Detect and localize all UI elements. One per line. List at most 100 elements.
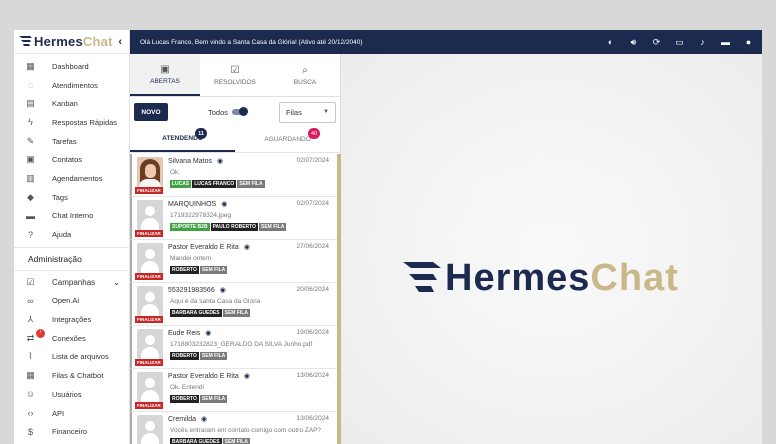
sidebar-item-ajuda[interactable]: ? Ajuda [14,225,129,244]
ticket-tag: SEM FILA [199,395,228,403]
sidebar-item-usuarios[interactable]: ☺ Usuários [14,385,129,404]
last-message: Ok. [170,169,181,176]
new-ticket-button[interactable]: NOVO [134,103,168,121]
finalize-button[interactable]: FINALIZAR [135,187,163,194]
sidebar-item-api[interactable]: ‹› API [14,404,129,423]
finalize-button[interactable]: FINALIZAR [135,402,163,409]
tab-abertas[interactable]: ▣ ABERTAS [130,54,200,96]
sidebar-item-tags[interactable]: ◆ Tags [14,188,129,207]
finalize-button[interactable]: FINALIZAR [135,359,163,366]
ticket-list: FINALIZAR Silvana Matos ◉ 02/07/2024 Ok. LUCA… [130,154,337,444]
ticket-row[interactable]: FINALIZAR MARQUINHOS ◉ 02/07/2024 1719322978… [130,197,337,240]
collapse-sidebar-icon[interactable]: ‹ [118,36,122,48]
logo-part2: Chat [590,257,679,299]
eye-icon[interactable]: ◉ [221,200,227,208]
ticket-tag: LUCAS [170,180,192,188]
last-message: 1719322978324.jpeg [170,212,232,219]
sidebar-item-openai[interactable]: ∞ Open.Ai [14,292,129,311]
search-icon: ⌕ [302,64,308,76]
tab-busca[interactable]: ⌕ BUSCA [270,54,340,96]
ticket-row[interactable]: FINALIZAR 553291983566 ◉ 20/06/2024 Aqui é d… [130,283,337,326]
ticket-row[interactable]: FINALIZARCremilda◉13/06/2024Vocês entrar… [130,412,337,444]
eye-icon[interactable]: ◉ [220,286,226,294]
ticket-tag: BARBARA GUEDES [170,309,222,317]
tag-icon: ◆ [27,191,34,202]
notifications-bell-icon[interactable]: ♪ [696,36,709,49]
tab-atendendo[interactable]: ATENDENDO 11 [130,127,235,152]
theme-toggle-icon[interactable]: ◐ [604,36,617,49]
check-box-icon: ☑ [230,64,240,76]
sidebar-item-conexoes[interactable]: ⇄! Conexões [14,328,129,348]
sidebar-item-agendamentos[interactable]: ▥ Agendamentos [14,169,129,188]
announcements-icon[interactable]: ▭ [673,36,686,49]
queue-icon: ▦ [26,370,35,381]
ticket-tags: ROBERTO SEM FILA [170,395,228,403]
sidebar-item-contatos[interactable]: ▣ Contatos [14,150,129,169]
ticket-row[interactable]: FINALIZAR Pastor Everaldo E Rita ◉ 27/06/20… [130,240,337,283]
ticket-status-tabs: ATENDENDO 11 AGUARDANDO 40 [130,127,340,153]
ticket-tag: SEM FILA [237,180,265,188]
ticket-tags: ROBERTO SEM FILA [170,266,228,274]
tab-resolvidos[interactable]: ☑ RESOLVIDOS [200,54,270,96]
sidebar-item-respostas-rapidas[interactable]: ϟ Respostas Rápidas [14,113,129,132]
last-message: 1718803232823_GERALDO DA SILVA Junho.pdf [170,341,313,348]
sidebar-item-label: Lista de arquivos [52,352,109,362]
contact-name: Pastor Everaldo E Rita ◉ [168,243,250,252]
sidebar-item-kanban[interactable]: ▤ Kanban [14,94,129,113]
code-icon: ‹› [27,408,34,419]
internal-chat-icon[interactable]: ▬ [719,36,732,49]
ticket-tags: ROBERTO SEM FILA [170,352,228,360]
queue-select[interactable]: Filas ▼ [279,101,336,123]
sidebar-item-label: Conexões [52,333,86,343]
contact-avatar [137,157,163,187]
finalize-button[interactable]: FINALIZAR [135,273,163,280]
brand-header: HermesChat ‹ [14,30,129,54]
brand-part2: Chat [82,34,113,49]
attachment-icon: ⌇ [28,351,33,362]
help-icon: ? [27,229,33,240]
eye-icon[interactable]: ◉ [244,372,250,380]
sidebar-item-financeiro[interactable]: $ Financeiro [14,422,129,441]
sidebar-item-label: Agendamentos [52,173,103,183]
contact-name-text: Cremilda [168,415,197,423]
ticket-row[interactable]: FINALIZAR Eude Reis ◉ 19/06/2024 17188032328… [130,326,337,369]
finalize-button[interactable]: FINALIZAR [135,230,163,237]
sidebar-item-chat-interno[interactable]: ▬ Chat Interno [14,207,129,226]
topbar-actions: ◐ 🔊︎ ⟳ ▭ ♪ ▬ ● [604,36,755,49]
sidebar-item-integracoes[interactable]: ⅄ Integrações [14,310,129,329]
ticket-row[interactable]: FINALIZAR Pastor Everaldo E Rita ◉ 13/06/20… [130,369,337,412]
users-icon: ☺ [25,389,36,400]
contact-avatar [137,372,163,402]
eye-icon[interactable]: ◉ [217,157,223,165]
finalize-button[interactable]: FINALIZAR [135,316,163,323]
ticket-tag: SEM FILA [199,352,228,360]
tab-aguardando[interactable]: AGUARDANDO 40 [235,127,340,152]
show-all-toggle[interactable]: Todos [208,107,249,117]
volume-icon[interactable]: 🔊︎ [627,36,640,49]
account-icon[interactable]: ● [742,36,755,49]
ticket-tag: SUPORTE B2B [170,223,210,231]
sidebar-item-lista-arquivos[interactable]: ⌇ Lista de arquivos [14,348,129,367]
sidebar-item-atendimentos[interactable]: ◌ Atendimentos [14,76,129,95]
sidebar-item-dashboard[interactable]: ▦ Dashboard [14,57,129,76]
app-window: HermesChat ‹ ▦ Dashboard ◌ Atendimentos ▤ K… [14,30,762,444]
tickets-filters: NOVO Todos Filas ▼ [130,97,340,127]
sidebar-item-campanhas[interactable]: ☑ Campanhas ⌄ [14,273,129,292]
eye-icon[interactable]: ◉ [201,415,207,423]
contact-name: Silvana Matos ◉ [168,157,223,166]
contacts-icon: ▣ [26,154,35,165]
inbox-icon: ▣ [160,63,170,75]
sidebar-item-label: Dashboard [52,61,89,71]
eye-icon[interactable]: ◉ [244,243,250,251]
sidebar-item-label: Kanban [52,99,78,109]
ticket-row[interactable]: FINALIZAR Silvana Matos ◉ 02/07/2024 Ok. LUCA… [130,154,337,197]
sidebar-item-filas-chatbot[interactable]: ▦ Filas & Chatbot [14,366,129,385]
sidebar-item-label: Respostas Rápidas [52,117,118,127]
sidebar-menu: ▦ Dashboard ◌ Atendimentos ▤ Kanban ϟ Respos… [14,54,129,441]
toggle-switch[interactable] [232,107,249,116]
money-icon: $ [27,426,33,437]
eye-icon[interactable]: ◉ [205,329,211,337]
kanban-icon: ▤ [26,98,35,109]
sidebar-item-tarefas[interactable]: ✎ Tarefas [14,132,129,151]
refresh-icon[interactable]: ⟳ [650,36,663,49]
